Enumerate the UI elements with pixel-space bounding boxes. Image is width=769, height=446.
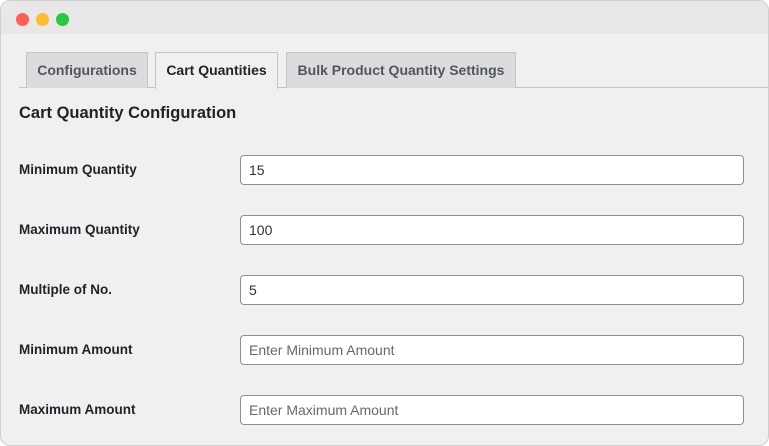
- maximum-amount-row: Maximum Amount: [19, 395, 744, 425]
- tab-configurations[interactable]: Configurations: [26, 52, 148, 88]
- maximum-quantity-label: Maximum Quantity: [19, 222, 140, 237]
- multiple-of-row: Multiple of No.: [19, 275, 744, 305]
- minimum-amount-label: Minimum Amount: [19, 342, 133, 357]
- tab-bar: Configurations Cart Quantities Bulk Prod…: [19, 52, 768, 89]
- maximum-amount-label: Maximum Amount: [19, 402, 136, 417]
- tab-cart-quantities[interactable]: Cart Quantities: [155, 52, 278, 89]
- app-window: Configurations Cart Quantities Bulk Prod…: [0, 0, 769, 446]
- minimum-amount-input[interactable]: [240, 335, 744, 365]
- title-bar: [1, 1, 768, 34]
- multiple-of-input[interactable]: [240, 275, 744, 305]
- zoom-window-button[interactable]: [56, 13, 69, 26]
- maximum-quantity-row: Maximum Quantity: [19, 215, 744, 245]
- minimum-amount-row: Minimum Amount: [19, 335, 744, 365]
- minimum-quantity-input[interactable]: [240, 155, 744, 185]
- maximum-amount-input[interactable]: [240, 395, 744, 425]
- maximum-quantity-input[interactable]: [240, 215, 744, 245]
- close-window-button[interactable]: [16, 13, 29, 26]
- minimum-quantity-label: Minimum Quantity: [19, 162, 137, 177]
- multiple-of-label: Multiple of No.: [19, 282, 112, 297]
- section-title: Cart Quantity Configuration: [19, 104, 237, 122]
- tab-bulk-product-quantity-settings[interactable]: Bulk Product Quantity Settings: [286, 52, 516, 88]
- minimize-window-button[interactable]: [36, 13, 49, 26]
- minimum-quantity-row: Minimum Quantity: [19, 155, 744, 185]
